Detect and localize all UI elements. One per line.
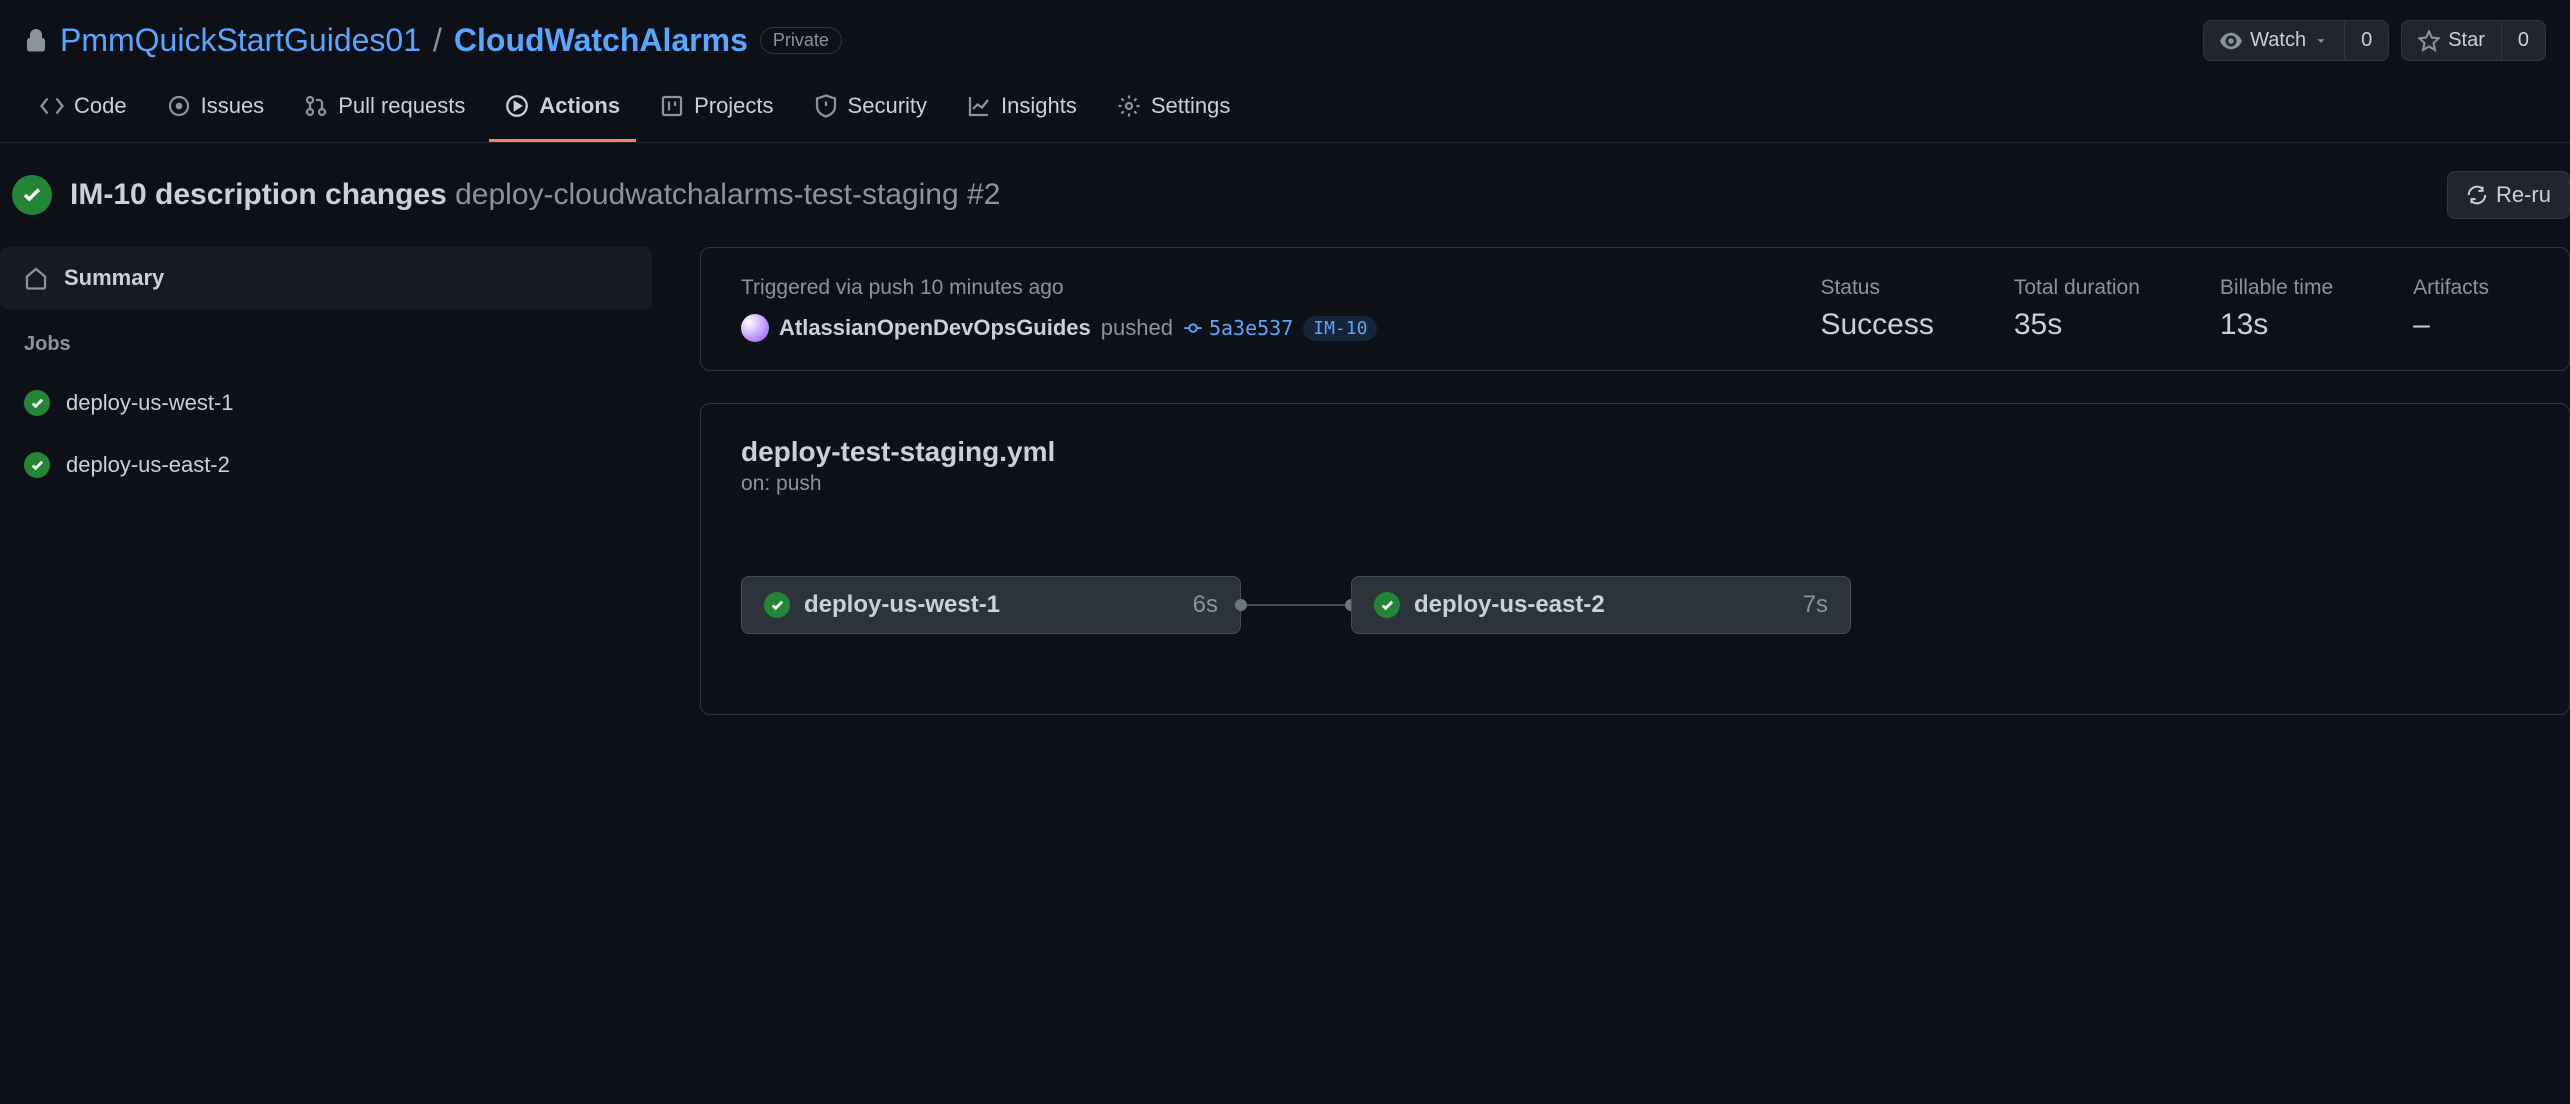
tab-insights[interactable]: Insights [951, 77, 1093, 142]
lock-icon [24, 29, 48, 53]
star-label: Star [2448, 29, 2485, 52]
status-value: Success [1820, 308, 1933, 342]
commit-sha-link[interactable]: 5a3e537 [1183, 316, 1293, 340]
artifacts-value: – [2413, 308, 2489, 342]
billable-label: Billable time [2220, 276, 2333, 300]
header-actions: Watch 0 Star 0 [2203, 20, 2546, 61]
tab-issues-label: Issues [201, 93, 265, 119]
job-node-1-name: deploy-us-west-1 [804, 591, 1179, 619]
run-workflow-text: deploy-cloudwatchalarms-test-staging #2 [455, 178, 1000, 211]
job-node-2[interactable]: deploy-us-east-2 7s [1351, 576, 1851, 634]
billable-value: 13s [2220, 308, 2333, 342]
watch-button[interactable]: Watch [2203, 20, 2344, 61]
graph-icon [967, 94, 991, 118]
check-icon [24, 452, 50, 478]
issue-badge[interactable]: IM-10 [1303, 316, 1377, 341]
job-connector [1241, 604, 1351, 606]
star-count[interactable]: 0 [2501, 20, 2546, 61]
play-icon [505, 94, 529, 118]
eye-icon [2220, 30, 2242, 52]
watch-count[interactable]: 0 [2344, 20, 2389, 61]
status-label: Status [1820, 276, 1933, 300]
tab-actions[interactable]: Actions [489, 77, 636, 142]
content: Summary Jobs deploy-us-west-1 deploy-us-… [0, 247, 2570, 747]
sync-icon [2466, 184, 2488, 206]
gear-icon [1117, 94, 1141, 118]
artifacts-label: Artifacts [2413, 276, 2489, 300]
repo-nav: Code Issues Pull requests Actions Projec… [0, 77, 2570, 143]
tab-actions-label: Actions [539, 93, 620, 119]
jobs-graph: deploy-us-west-1 6s deploy-us-east-2 7s [741, 576, 2529, 634]
tab-projects[interactable]: Projects [644, 77, 789, 142]
breadcrumb-owner[interactable]: PmmQuickStartGuides01 [60, 22, 421, 59]
run-title-text: IM-10 description changes [70, 178, 447, 211]
shield-icon [814, 94, 838, 118]
sidebar-jobs-heading: Jobs [0, 309, 660, 372]
tab-code[interactable]: Code [24, 77, 143, 142]
duration-value: 35s [2014, 308, 2140, 342]
issue-icon [167, 94, 191, 118]
pushed-text: pushed [1101, 315, 1173, 341]
breadcrumb-repo[interactable]: CloudWatchAlarms [454, 22, 748, 59]
job-node-1-time: 6s [1193, 591, 1218, 619]
duration-label: Total duration [2014, 276, 2140, 300]
main-content: Triggered via push 10 minutes ago Atlass… [700, 247, 2570, 747]
star-icon [2418, 30, 2440, 52]
sidebar-item-summary[interactable]: Summary [0, 247, 652, 309]
tab-pulls-label: Pull requests [338, 93, 465, 119]
author-link[interactable]: AtlassianOpenDevOpsGuides [779, 315, 1091, 341]
rerun-label: Re-ru [2496, 182, 2551, 208]
job-node-2-time: 7s [1803, 591, 1828, 619]
run-title-bar: IM-10 description changes deploy-cloudwa… [0, 143, 2570, 247]
watch-label: Watch [2250, 29, 2306, 52]
tab-security[interactable]: Security [798, 77, 943, 142]
breadcrumb: PmmQuickStartGuides01 / CloudWatchAlarms… [24, 22, 842, 59]
avatar[interactable] [741, 314, 769, 342]
breadcrumb-slash: / [433, 22, 442, 59]
summary-card: Triggered via push 10 minutes ago Atlass… [700, 247, 2570, 371]
tab-code-label: Code [74, 93, 127, 119]
sidebar-summary-label: Summary [64, 265, 164, 291]
sidebar-job-2-label: deploy-us-east-2 [66, 452, 230, 478]
visibility-badge: Private [760, 27, 842, 54]
job-node-1[interactable]: deploy-us-west-1 6s [741, 576, 1241, 634]
tab-settings-label: Settings [1151, 93, 1231, 119]
tab-pulls[interactable]: Pull requests [288, 77, 481, 142]
pull-icon [304, 94, 328, 118]
star-button[interactable]: Star [2401, 20, 2501, 61]
check-icon [12, 175, 52, 215]
workflow-graph-card: deploy-test-staging.yml on: push deploy-… [700, 403, 2570, 715]
check-icon [24, 390, 50, 416]
sidebar: Summary Jobs deploy-us-west-1 deploy-us-… [0, 247, 660, 747]
chevron-down-icon [2314, 34, 2328, 48]
tab-insights-label: Insights [1001, 93, 1077, 119]
rerun-button[interactable]: Re-ru [2447, 171, 2570, 219]
run-title: IM-10 description changes deploy-cloudwa… [70, 178, 1000, 212]
repo-header: PmmQuickStartGuides01 / CloudWatchAlarms… [0, 0, 2570, 77]
tab-settings[interactable]: Settings [1101, 77, 1247, 142]
tab-issues[interactable]: Issues [151, 77, 281, 142]
commit-icon [1183, 318, 1203, 338]
home-icon [24, 266, 48, 290]
code-icon [40, 94, 64, 118]
sidebar-job-1-label: deploy-us-west-1 [66, 390, 234, 416]
check-icon [1374, 592, 1400, 618]
tab-projects-label: Projects [694, 93, 773, 119]
project-icon [660, 94, 684, 118]
trigger-text: Triggered via push 10 minutes ago [741, 276, 1740, 300]
check-icon [764, 592, 790, 618]
job-node-2-name: deploy-us-east-2 [1414, 591, 1789, 619]
workflow-file: deploy-test-staging.yml [741, 436, 2529, 468]
sidebar-job-2[interactable]: deploy-us-east-2 [0, 434, 652, 496]
tab-security-label: Security [848, 93, 927, 119]
workflow-on: on: push [741, 472, 2529, 496]
sidebar-job-1[interactable]: deploy-us-west-1 [0, 372, 652, 434]
